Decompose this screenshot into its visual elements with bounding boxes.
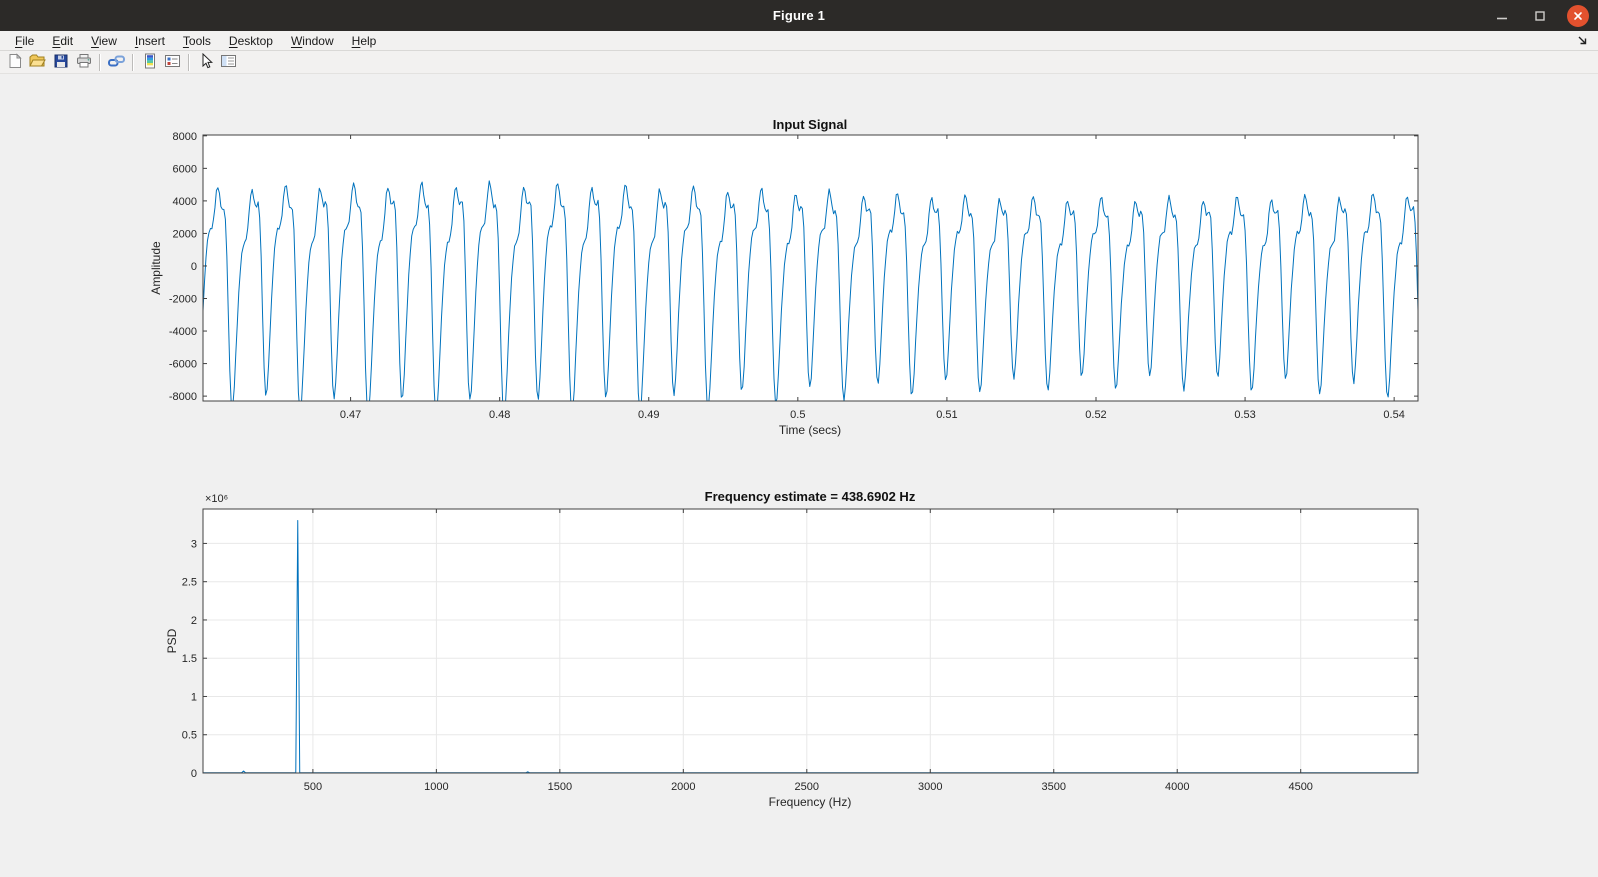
axes-background (203, 509, 1418, 773)
maximize-button[interactable] (1529, 5, 1551, 27)
plot1-axes: 0.47 0.48 0.49 0.5 0.51 0.52 0.53 0.54 8000 6000 4… (169, 131, 1418, 421)
insert-colorbar-icon (142, 53, 158, 72)
figure-canvas: 0.470.480.490.50.510.520.530.54800060004… (0, 74, 1598, 877)
x-tick-label: 2500 (795, 781, 819, 793)
y-tick-label: -4000 (169, 326, 197, 338)
dock-figure-button[interactable] (1574, 33, 1590, 47)
y-tick-label: 2.5 (182, 577, 197, 589)
save-figure-icon (53, 53, 69, 72)
window-title: Figure 1 (773, 8, 825, 23)
new-figure-button[interactable] (4, 52, 25, 72)
plot2-axes: 500 1000 1500 2000 2500 3000 3500 4000 4500 0 0.5 1… (182, 509, 1418, 793)
menu-view[interactable]: View (82, 33, 126, 49)
plot1-title: Input Signal (773, 117, 847, 132)
y-tick-label: 3 (191, 538, 197, 550)
print-figure-button[interactable] (73, 52, 94, 72)
menu-file[interactable]: File (6, 33, 43, 49)
edit-plot-button[interactable] (195, 52, 216, 72)
x-tick-label: 0.54 (1383, 409, 1404, 421)
menu-insert[interactable]: Insert (126, 33, 174, 49)
titlebar[interactable]: Figure 1 (0, 0, 1598, 31)
plot2-xlabel: Frequency (Hz) (769, 795, 852, 809)
x-tick-label: 500 (304, 781, 322, 793)
y-tick-label: 0 (191, 768, 197, 780)
plot1-xlabel: Time (secs) (779, 423, 841, 437)
y-tick-label: 8000 (173, 131, 197, 143)
x-tick-label: 0.52 (1085, 409, 1106, 421)
x-tick-label: 3500 (1042, 781, 1066, 793)
plot2-title: Frequency estimate = 438.6902 Hz (705, 489, 916, 504)
open-file-button[interactable] (27, 52, 48, 72)
link-plot-button[interactable] (106, 52, 127, 72)
toolbar (0, 51, 1598, 74)
y-tick-label: 2 (191, 615, 197, 627)
window-controls (1491, 0, 1589, 31)
menu-edit[interactable]: Edit (43, 33, 82, 49)
dock-arrow-icon (1577, 35, 1588, 46)
new-figure-icon (7, 53, 23, 72)
x-tick-label: 0.49 (638, 409, 659, 421)
y-tick-label: 0 (191, 261, 197, 273)
link-plot-icon (108, 53, 125, 72)
figure-window: Figure 1 FileEditViewInsertToolsDesktopW… (0, 0, 1598, 877)
minimize-button[interactable] (1491, 5, 1513, 27)
x-tick-label: 1000 (424, 781, 448, 793)
close-button[interactable] (1567, 5, 1589, 27)
insert-legend-icon (164, 53, 181, 72)
menu-tools[interactable]: Tools (174, 33, 220, 49)
y-tick-label: -6000 (169, 359, 197, 371)
x-tick-label: 0.51 (936, 409, 957, 421)
x-tick-label: 2000 (671, 781, 695, 793)
menu-desktop[interactable]: Desktop (220, 33, 282, 49)
x-tick-label: 0.48 (489, 409, 510, 421)
edit-plot-icon (199, 53, 213, 72)
plot2-y-exponent-label: ×10⁶ (205, 493, 228, 505)
x-tick-label: 3000 (918, 781, 942, 793)
x-tick-label: 0.5 (790, 409, 805, 421)
menu-help[interactable]: Help (343, 33, 386, 49)
plot2-ylabel: PSD (165, 628, 179, 653)
property-inspector-button[interactable] (218, 52, 239, 72)
toolbar-separator (99, 54, 101, 71)
open-file-icon (29, 53, 46, 72)
menubar: FileEditViewInsertToolsDesktopWindowHelp (0, 31, 1598, 51)
plots-svg: 0.470.480.490.50.510.520.530.54800060004… (0, 74, 1598, 877)
y-tick-label: 4000 (173, 196, 197, 208)
maximize-icon (1534, 10, 1546, 22)
y-tick-label: -8000 (169, 391, 197, 403)
y-tick-label: 2000 (173, 228, 197, 240)
x-tick-label: 1500 (548, 781, 572, 793)
x-tick-label: 0.53 (1234, 409, 1255, 421)
close-icon (1572, 10, 1584, 22)
x-tick-label: 4000 (1165, 781, 1189, 793)
x-tick-label: 4500 (1288, 781, 1312, 793)
y-tick-label: -2000 (169, 294, 197, 306)
y-tick-label: 1.5 (182, 653, 197, 665)
menu-window[interactable]: Window (282, 33, 343, 49)
y-tick-label: 6000 (173, 163, 197, 175)
insert-colorbar-button[interactable] (139, 52, 160, 72)
toolbar-separator (132, 54, 134, 71)
minimize-icon (1496, 10, 1508, 22)
y-tick-label: 1 (191, 691, 197, 703)
plot1-ylabel: Amplitude (149, 241, 163, 295)
y-tick-label: 0.5 (182, 730, 197, 742)
save-figure-button[interactable] (50, 52, 71, 72)
axes-background (203, 135, 1418, 401)
x-tick-label: 0.47 (340, 409, 361, 421)
toolbar-separator (188, 54, 190, 71)
property-inspector-icon (220, 53, 237, 72)
insert-legend-button[interactable] (162, 52, 183, 72)
print-figure-icon (76, 53, 92, 72)
